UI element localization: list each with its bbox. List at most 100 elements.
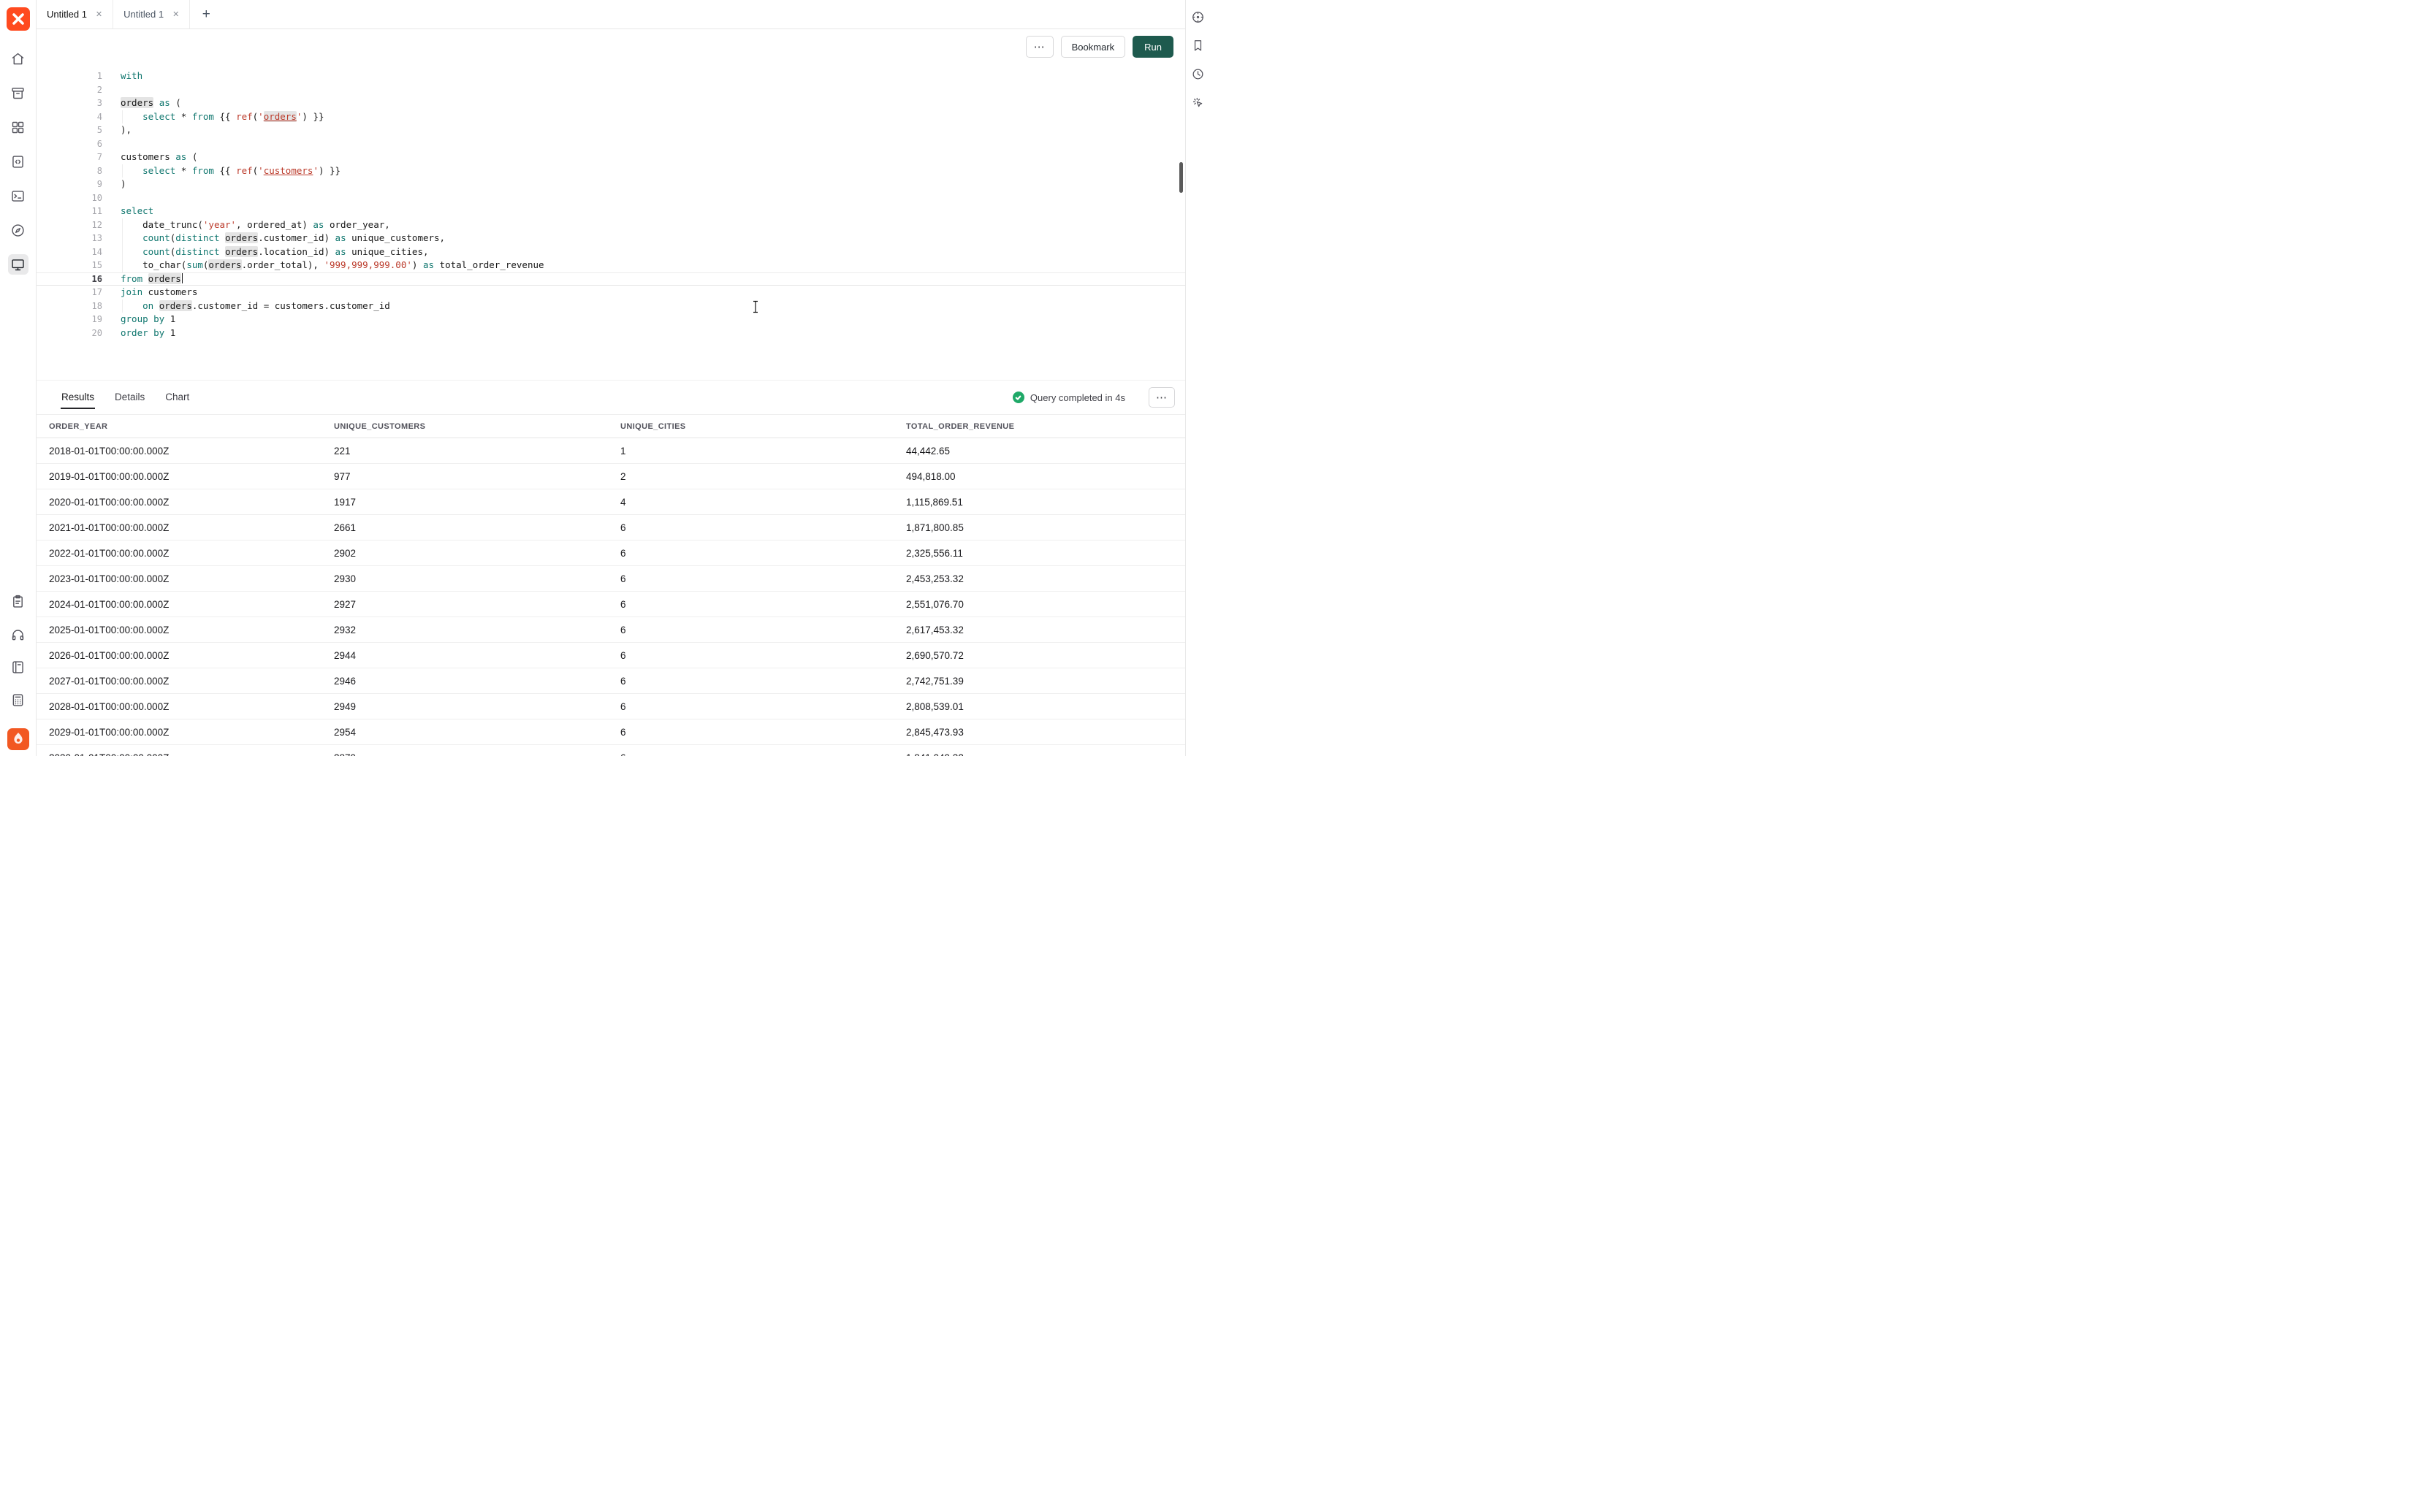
table-row[interactable]: 2022-01-01T00:00:00.000Z290262,325,556.1… bbox=[37, 541, 1185, 566]
table-cell: 2932 bbox=[334, 625, 620, 635]
line-number: 19 bbox=[37, 313, 102, 327]
table-row[interactable]: 2024-01-01T00:00:00.000Z292762,551,076.7… bbox=[37, 592, 1185, 617]
code-line: 20order by 1 bbox=[37, 327, 1185, 340]
sidebar-item-explore[interactable] bbox=[1189, 7, 1208, 26]
archive-icon bbox=[10, 85, 26, 101]
table-cell: 2,453,253.32 bbox=[906, 573, 1185, 584]
table-cell: 2,617,453.32 bbox=[906, 625, 1185, 635]
sidebar-item-grid[interactable] bbox=[8, 117, 28, 137]
sidebar-item-journal[interactable] bbox=[8, 657, 28, 677]
table-row[interactable]: 2030-01-01T00:00:00.000Z287961,841,049.3… bbox=[37, 745, 1185, 756]
table-row[interactable]: 2029-01-01T00:00:00.000Z295462,845,473.9… bbox=[37, 719, 1185, 745]
results-table: ORDER_YEARUNIQUE_CUSTOMERSUNIQUE_CITIEST… bbox=[37, 414, 1185, 756]
editor-tab[interactable]: Untitled 1✕ bbox=[113, 0, 190, 28]
line-number: 10 bbox=[37, 191, 102, 205]
table-cell: 2027-01-01T00:00:00.000Z bbox=[49, 676, 334, 687]
line-number: 17 bbox=[37, 286, 102, 299]
table-row[interactable]: 2028-01-01T00:00:00.000Z294962,808,539.0… bbox=[37, 694, 1185, 719]
line-number: 16 bbox=[37, 272, 102, 286]
explore-icon bbox=[1191, 10, 1205, 24]
close-icon[interactable]: ✕ bbox=[96, 9, 102, 19]
sidebar-item-clipboard[interactable] bbox=[8, 591, 28, 611]
column-header[interactable]: TOTAL_ORDER_REVENUE bbox=[906, 422, 1185, 431]
table-cell: 2024-01-01T00:00:00.000Z bbox=[49, 599, 334, 610]
table-row[interactable]: 2027-01-01T00:00:00.000Z294662,742,751.3… bbox=[37, 668, 1185, 694]
app-logo[interactable] bbox=[7, 7, 30, 31]
table-row[interactable]: 2018-01-01T00:00:00.000Z221144,442.65 bbox=[37, 438, 1185, 464]
table-cell: 2927 bbox=[334, 599, 620, 610]
column-header[interactable]: UNIQUE_CUSTOMERS bbox=[334, 422, 620, 431]
code-line: 15 to_char(sum(orders.order_total), '999… bbox=[37, 259, 1185, 272]
code-line: 12 date_trunc('year', ordered_at) as ord… bbox=[37, 218, 1185, 232]
table-cell: 2023-01-01T00:00:00.000Z bbox=[49, 573, 334, 584]
results-tab-results[interactable]: Results bbox=[61, 386, 95, 409]
sidebar-item-compass[interactable] bbox=[8, 220, 28, 240]
code-line: 5), bbox=[37, 123, 1185, 137]
query-status: Query completed in 4s bbox=[1013, 392, 1125, 403]
code-text bbox=[102, 191, 121, 205]
table-row[interactable]: 2020-01-01T00:00:00.000Z191741,115,869.5… bbox=[37, 489, 1185, 515]
history-icon bbox=[1191, 67, 1205, 81]
run-button[interactable]: Run bbox=[1133, 36, 1173, 58]
sidebar-item-cursor-click[interactable] bbox=[1189, 93, 1208, 112]
bookmark-button[interactable]: Bookmark bbox=[1061, 36, 1126, 58]
clipboard-icon bbox=[10, 594, 26, 609]
journal-icon bbox=[10, 660, 26, 675]
table-cell: 2949 bbox=[334, 701, 620, 712]
code-file-icon bbox=[10, 154, 26, 169]
column-header[interactable]: UNIQUE_CITIES bbox=[620, 422, 906, 431]
sidebar-item-bookmark[interactable] bbox=[1189, 36, 1208, 55]
editor-scrollbar-thumb[interactable] bbox=[1179, 162, 1183, 193]
results-more-button[interactable]: ⋯ bbox=[1149, 387, 1175, 408]
code-text: count(distinct orders.customer_id) as un… bbox=[102, 232, 445, 245]
sidebar-item-monitor[interactable] bbox=[8, 254, 28, 275]
table-cell: 6 bbox=[620, 650, 906, 661]
table-cell: 2 bbox=[620, 471, 906, 482]
table-cell: 2,551,076.70 bbox=[906, 599, 1185, 610]
editor-tab[interactable]: Untitled 1 ✕ bbox=[37, 0, 113, 28]
column-header[interactable]: ORDER_YEAR bbox=[49, 422, 334, 431]
add-tab-button[interactable]: + bbox=[190, 0, 222, 28]
sql-editor[interactable]: 1with23orders as (4 select * from {{ ref… bbox=[37, 64, 1185, 380]
code-text: orders as ( bbox=[102, 96, 181, 110]
tab-label: Untitled 1 bbox=[47, 9, 87, 20]
terminal-icon bbox=[10, 188, 26, 204]
code-line: 4 select * from {{ ref('orders') }} bbox=[37, 110, 1185, 124]
results-tab-chart[interactable]: Chart bbox=[164, 386, 190, 409]
table-cell: 6 bbox=[620, 752, 906, 757]
sidebar-item-calculator[interactable] bbox=[8, 690, 28, 710]
line-number: 15 bbox=[37, 259, 102, 272]
table-cell: 977 bbox=[334, 471, 620, 482]
table-cell: 1 bbox=[620, 446, 906, 457]
close-icon[interactable]: ✕ bbox=[172, 9, 179, 19]
table-row[interactable]: 2023-01-01T00:00:00.000Z293062,453,253.3… bbox=[37, 566, 1185, 592]
query-status-text: Query completed in 4s bbox=[1030, 392, 1125, 403]
table-row[interactable]: 2026-01-01T00:00:00.000Z294462,690,570.7… bbox=[37, 643, 1185, 668]
bookmark-icon bbox=[1191, 39, 1205, 53]
sidebar-item-code-file[interactable] bbox=[8, 151, 28, 172]
compass-icon bbox=[10, 223, 26, 238]
code-text: customers as ( bbox=[102, 150, 197, 164]
line-number: 4 bbox=[37, 110, 102, 124]
sidebar-item-archive[interactable] bbox=[8, 83, 28, 103]
sidebar-item-terminal[interactable] bbox=[8, 186, 28, 206]
table-cell: 2028-01-01T00:00:00.000Z bbox=[49, 701, 334, 712]
code-text: ), bbox=[102, 123, 132, 137]
table-row[interactable]: 2021-01-01T00:00:00.000Z266161,871,800.8… bbox=[37, 515, 1185, 541]
table-row[interactable]: 2019-01-01T00:00:00.000Z9772494,818.00 bbox=[37, 464, 1185, 489]
user-avatar[interactable] bbox=[7, 728, 29, 750]
code-text: count(distinct orders.location_id) as un… bbox=[102, 245, 429, 259]
more-options-button[interactable]: ⋯ bbox=[1026, 36, 1054, 58]
sidebar-item-headphones[interactable] bbox=[8, 624, 28, 644]
results-tab-details[interactable]: Details bbox=[114, 386, 145, 409]
sidebar-item-history[interactable] bbox=[1189, 64, 1208, 83]
code-text: select * from {{ ref('orders') }} bbox=[102, 110, 324, 124]
table-row[interactable]: 2025-01-01T00:00:00.000Z293262,617,453.3… bbox=[37, 617, 1185, 643]
code-line: 3orders as ( bbox=[37, 96, 1185, 110]
table-cell: 2,325,556.11 bbox=[906, 548, 1185, 559]
tab-bar: Untitled 1✕Untitled 1✕+ bbox=[37, 0, 1185, 29]
sidebar-item-home[interactable] bbox=[8, 48, 28, 69]
code-text: from orders bbox=[102, 272, 183, 286]
table-cell: 1,841,049.32 bbox=[906, 752, 1185, 757]
table-cell: 2021-01-01T00:00:00.000Z bbox=[49, 522, 334, 533]
